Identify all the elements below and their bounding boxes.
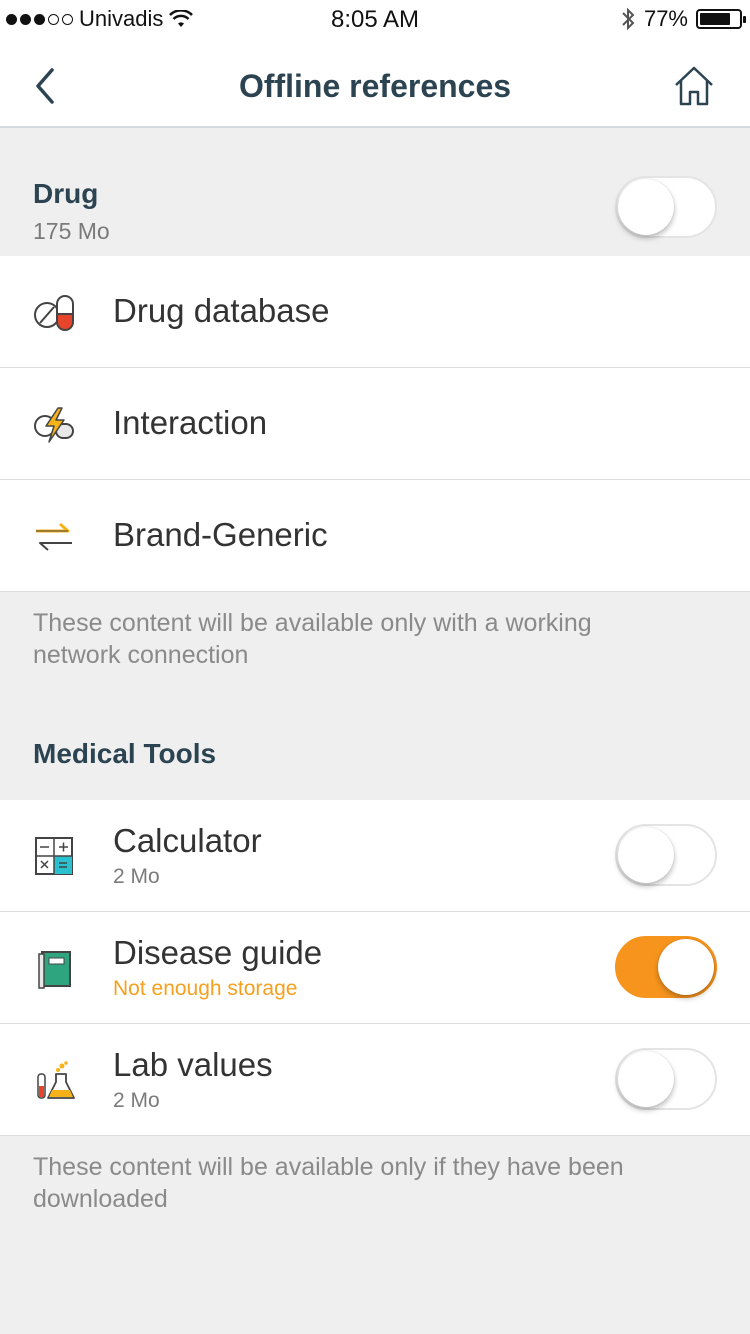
interaction-icon (34, 407, 74, 443)
list-item-brand-generic[interactable]: Brand-Generic (0, 480, 750, 592)
interaction-label: Interaction (113, 404, 268, 441)
disease-guide-download-toggle[interactable] (615, 936, 717, 998)
page-title: Offline references (238, 68, 512, 104)
drug-section-note: These content will be available only wit… (33, 609, 592, 669)
lab-values-download-toggle[interactable] (615, 1048, 717, 1110)
medical-tools-section-header: Medical Tools (0, 700, 750, 800)
list-item-calculator[interactable]: Calculator 2 Mo (0, 800, 750, 912)
pill-icon (34, 295, 74, 331)
status-bar: Univadis 8:05 AM 77% (0, 0, 750, 40)
drug-section-title: Drug (33, 178, 99, 209)
lab-values-size: 2 Mo (113, 1089, 160, 1112)
list-item-lab-values[interactable]: Lab values 2 Mo (0, 1024, 750, 1136)
navigation-bar: Offline references (0, 40, 750, 128)
battery-percentage: 77% (643, 6, 688, 31)
calculator-label: Calculator (113, 822, 262, 859)
list-item-interaction[interactable]: Interaction (0, 368, 750, 480)
lab-flask-icon (37, 1061, 75, 1099)
calculator-download-toggle[interactable] (615, 824, 717, 886)
medical-tools-note: These content will be available only if … (33, 1153, 624, 1213)
home-icon (675, 66, 713, 106)
lab-values-label: Lab values (113, 1046, 273, 1083)
disease-guide-label: Disease guide (113, 934, 323, 971)
calculator-size: 2 Mo (113, 865, 160, 888)
drug-database-label: Drug database (113, 292, 330, 329)
list-item-disease-guide[interactable]: Disease guide Not enough storage (0, 912, 750, 1024)
brand-generic-label: Brand-Generic (113, 516, 328, 553)
home-button[interactable] (672, 64, 716, 108)
calculator-icon (35, 837, 73, 875)
medical-tools-title: Medical Tools (33, 738, 217, 769)
list-item-drug-database[interactable]: Drug database (0, 256, 750, 368)
drug-download-toggle[interactable] (615, 176, 717, 238)
battery-icon (696, 9, 746, 29)
swap-arrows-icon (36, 522, 72, 551)
book-icon (38, 951, 71, 989)
drug-section-size: 175 Mo (33, 218, 110, 244)
bluetooth-icon (622, 7, 635, 31)
disease-guide-storage-warning: Not enough storage (113, 977, 298, 1000)
drug-section-header: Drug 175 Mo (0, 130, 750, 256)
